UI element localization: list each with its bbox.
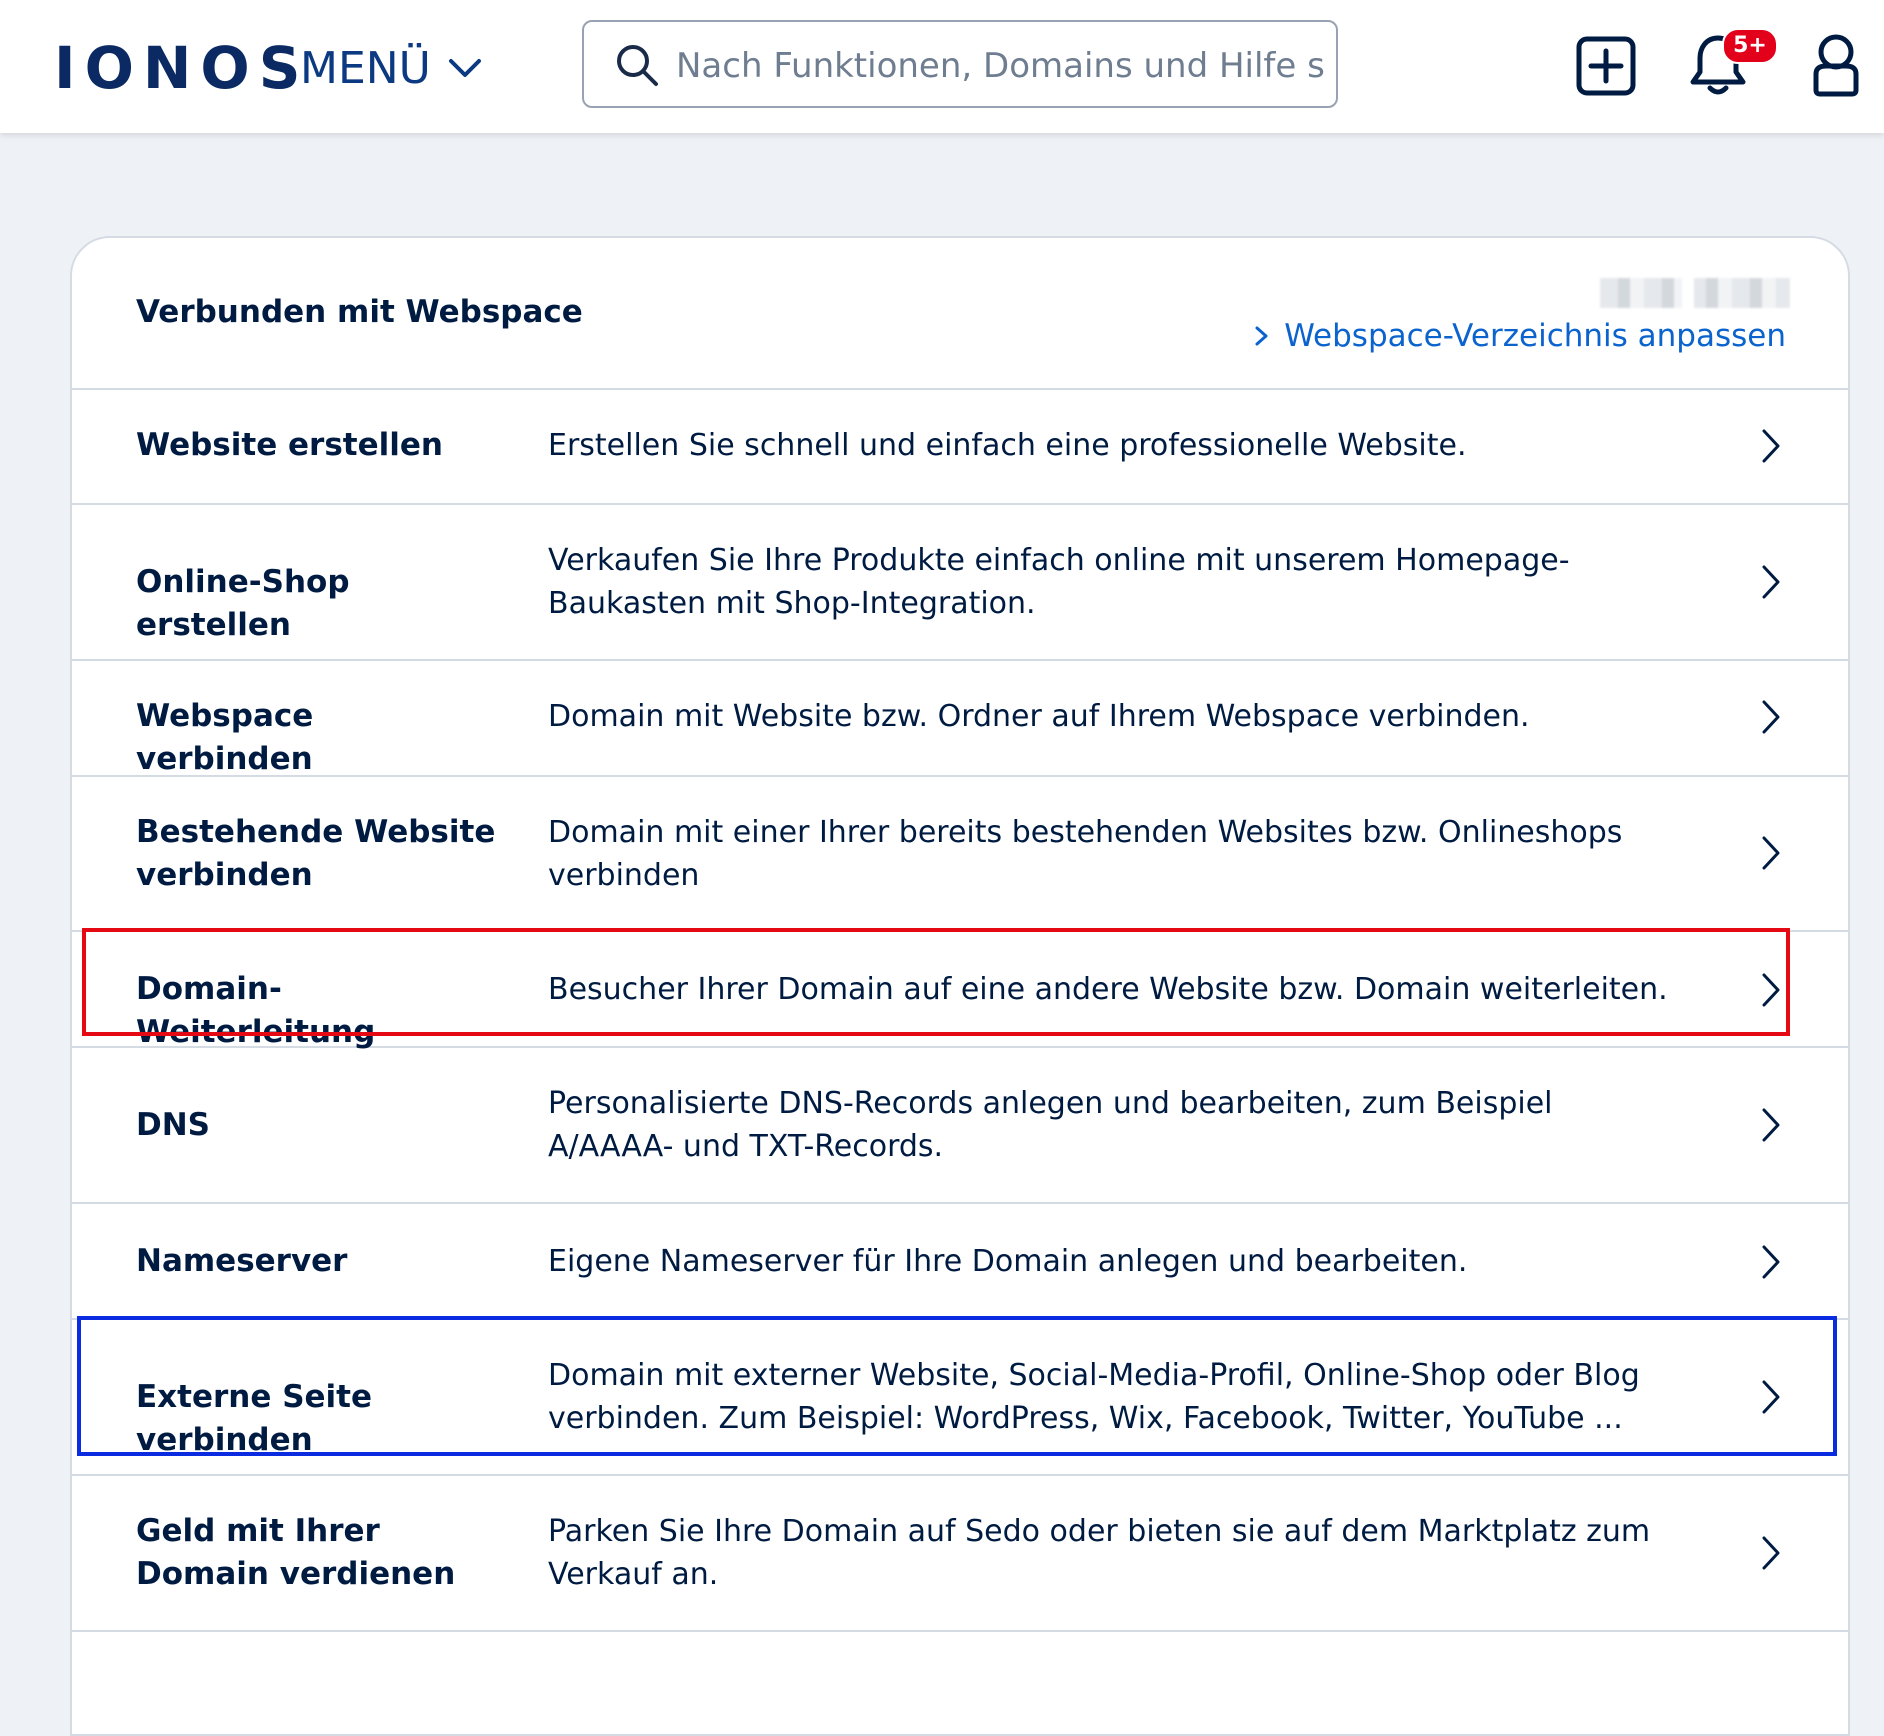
option-row-geld-mit-domain-verdienen[interactable]: Geld mit Ihrer Domain verdienen Parken S… [72, 1476, 1848, 1632]
ionos-logo[interactable]: IONOS [54, 36, 310, 100]
webspace-link-label: Webspace-Verzeichnis anpassen [1284, 318, 1786, 354]
row-label: Domain-Weiterleitung [136, 971, 376, 1050]
option-row-domain-weiterleitung[interactable]: Domain-Weiterleitung Besucher Ihrer Doma… [72, 932, 1848, 1050]
blurred-domain-name [1600, 278, 1790, 308]
row-label: Externe Seite verbinden [136, 1379, 373, 1458]
row-description: Personalisierte DNS-Records anlegen und … [548, 1086, 1553, 1164]
chevron-right-icon [1762, 973, 1780, 1007]
chevron-right-icon [1762, 1108, 1780, 1142]
chevron-right-icon [1762, 1380, 1780, 1414]
chevron-right-icon [1762, 1536, 1780, 1570]
row-label: Bestehende Website verbinden [136, 814, 496, 893]
user-icon[interactable] [1808, 32, 1864, 98]
main-menu-button[interactable]: MENÜ [300, 40, 485, 96]
row-label: Nameserver [136, 1243, 348, 1279]
card-title: Verbunden mit Webspace [136, 294, 583, 330]
option-row-bestehende-website-verbinden[interactable]: Bestehende Website verbinden Domain mit … [72, 777, 1848, 932]
row-description: Parken Sie Ihre Domain auf Sedo oder bie… [548, 1514, 1651, 1592]
chevron-down-icon [448, 59, 481, 77]
row-description: Besucher Ihrer Domain auf eine andere We… [548, 972, 1668, 1007]
domain-settings-card: Verbunden mit Webspace Webspace-Verzeich… [70, 236, 1850, 1736]
option-row-online-shop-erstellen[interactable]: Online-Shop erstellen Verkaufen Sie Ihre… [72, 505, 1848, 661]
option-row-website-erstellen[interactable]: Website erstellen Erstellen Sie schnell … [72, 390, 1848, 505]
row-label: Geld mit Ihrer Domain verdienen [136, 1513, 456, 1592]
chevron-right-icon [1762, 700, 1780, 734]
row-label: Website erstellen [136, 427, 443, 463]
option-row-externe-seite-verbinden[interactable]: Externe Seite verbinden Domain mit exter… [72, 1320, 1848, 1476]
card-header: Verbunden mit Webspace Webspace-Verzeich… [72, 238, 1848, 390]
row-description: Domain mit Website bzw. Ordner auf Ihrem… [548, 699, 1530, 734]
menu-label: MENÜ [300, 42, 431, 94]
notification-badge: 5+ [1722, 28, 1778, 64]
option-row-dns[interactable]: DNS Personalisierte DNS-Records anlegen … [72, 1048, 1848, 1204]
chevron-right-icon [1762, 1245, 1780, 1279]
chevron-right-icon [1255, 326, 1268, 346]
plus-square-icon[interactable] [1576, 36, 1636, 96]
chevron-right-icon [1762, 565, 1780, 599]
webspace-directory-link[interactable]: Webspace-Verzeichnis anpassen [1252, 318, 1786, 354]
row-label: Online-Shop erstellen [136, 564, 350, 643]
row-description: Domain mit externer Website, Social-Medi… [548, 1358, 1640, 1436]
row-description: Verkaufen Sie Ihre Produkte einfach onli… [548, 543, 1570, 621]
row-label: DNS [136, 1107, 211, 1143]
row-description: Erstellen Sie schnell und einfach eine p… [548, 428, 1467, 463]
chevron-right-icon [1762, 836, 1780, 870]
row-label: Webspace verbinden [136, 698, 314, 777]
search-box [582, 20, 1338, 108]
row-description: Domain mit einer Ihrer bereits bestehend… [548, 815, 1623, 893]
chevron-right-icon [1762, 429, 1780, 463]
search-icon [617, 45, 658, 86]
row-description: Eigene Nameserver für Ihre Domain anlege… [548, 1244, 1468, 1279]
option-row-nameserver[interactable]: Nameserver Eigene Nameserver für Ihre Do… [72, 1204, 1848, 1320]
search-input[interactable] [674, 38, 1328, 94]
top-navigation-bar: IONOS MENÜ 5+ [0, 0, 1884, 133]
option-row-webspace-verbinden[interactable]: Webspace verbinden Domain mit Website bz… [72, 661, 1848, 777]
